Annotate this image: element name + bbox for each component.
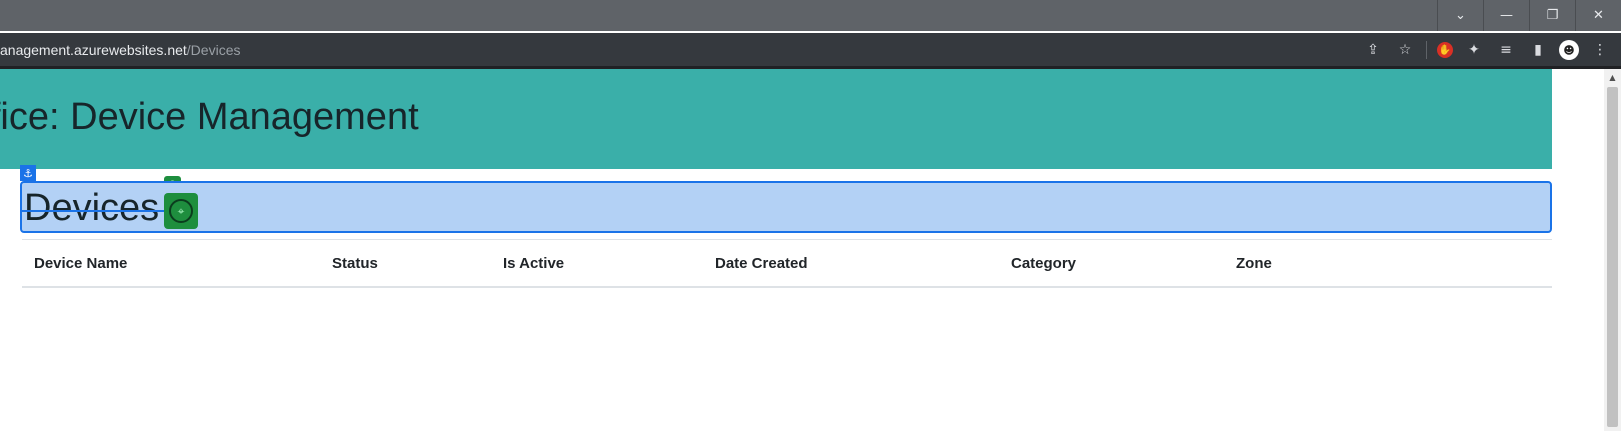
header-banner: ffice: Device Management bbox=[0, 69, 1552, 169]
devices-table: Device Name Status Is Active Date Create… bbox=[22, 239, 1552, 288]
column-category[interactable]: Category bbox=[999, 240, 1224, 288]
selection-line bbox=[22, 210, 168, 212]
page-content: ffice: Device Management ⚓ ◎ Devices ⌖ D… bbox=[0, 69, 1552, 431]
table-header-row: Device Name Status Is Active Date Create… bbox=[22, 240, 1552, 288]
share-icon[interactable]: ⇪ bbox=[1362, 39, 1384, 61]
bookmark-star-icon[interactable]: ☆ bbox=[1394, 39, 1416, 61]
scroll-up-arrow-icon[interactable]: ▲ bbox=[1604, 69, 1621, 86]
column-zone[interactable]: Zone bbox=[1224, 240, 1552, 288]
tab-search-button[interactable]: ⌄ bbox=[1437, 0, 1483, 31]
adblock-extension-icon[interactable]: ✋ bbox=[1437, 42, 1453, 58]
toolbar-divider bbox=[1426, 41, 1427, 59]
profile-avatar-icon[interactable]: ☻ bbox=[1559, 40, 1579, 60]
extensions-puzzle-icon[interactable]: ✦ bbox=[1463, 39, 1485, 61]
browser-toolbar: anagement.azurewebsites.net/Devices ⇪ ☆ … bbox=[0, 33, 1621, 69]
scroll-thumb[interactable] bbox=[1607, 87, 1618, 427]
side-panel-icon[interactable]: ▮ bbox=[1527, 39, 1549, 61]
column-date-created[interactable]: Date Created bbox=[703, 240, 999, 288]
url-path: /Devices bbox=[186, 42, 241, 58]
target-handle[interactable]: ⌖ bbox=[164, 193, 198, 229]
vertical-scrollbar[interactable]: ▲ bbox=[1604, 69, 1621, 431]
page-title: Devices bbox=[24, 187, 160, 229]
column-device-name[interactable]: Device Name bbox=[22, 240, 320, 288]
column-status[interactable]: Status bbox=[320, 240, 491, 288]
anchor-icon[interactable]: ⚓ bbox=[20, 165, 36, 181]
restore-button[interactable]: ❐ bbox=[1529, 0, 1575, 31]
toolbar-icons: ⇪ ☆ ✋ ✦ ≡ ▮ ☻ ⋮ bbox=[1362, 39, 1611, 61]
devices-section-highlight[interactable]: Devices bbox=[20, 181, 1552, 233]
app-title: ffice: Device Management bbox=[0, 96, 419, 138]
window-controls: ⌄ — ❐ ✕ bbox=[1437, 0, 1621, 31]
url-host: anagement.azurewebsites.net bbox=[0, 42, 187, 58]
close-button[interactable]: ✕ bbox=[1575, 0, 1621, 31]
column-is-active[interactable]: Is Active bbox=[491, 240, 703, 288]
minimize-button[interactable]: — bbox=[1483, 0, 1529, 31]
crosshair-icon: ⌖ bbox=[169, 199, 193, 223]
window-title-bar: ⌄ — ❐ ✕ bbox=[0, 0, 1621, 31]
address-bar[interactable]: anagement.azurewebsites.net/Devices bbox=[0, 42, 240, 58]
media-control-icon[interactable]: ≡ bbox=[1495, 39, 1517, 61]
browser-menu-icon[interactable]: ⋮ bbox=[1589, 39, 1611, 61]
